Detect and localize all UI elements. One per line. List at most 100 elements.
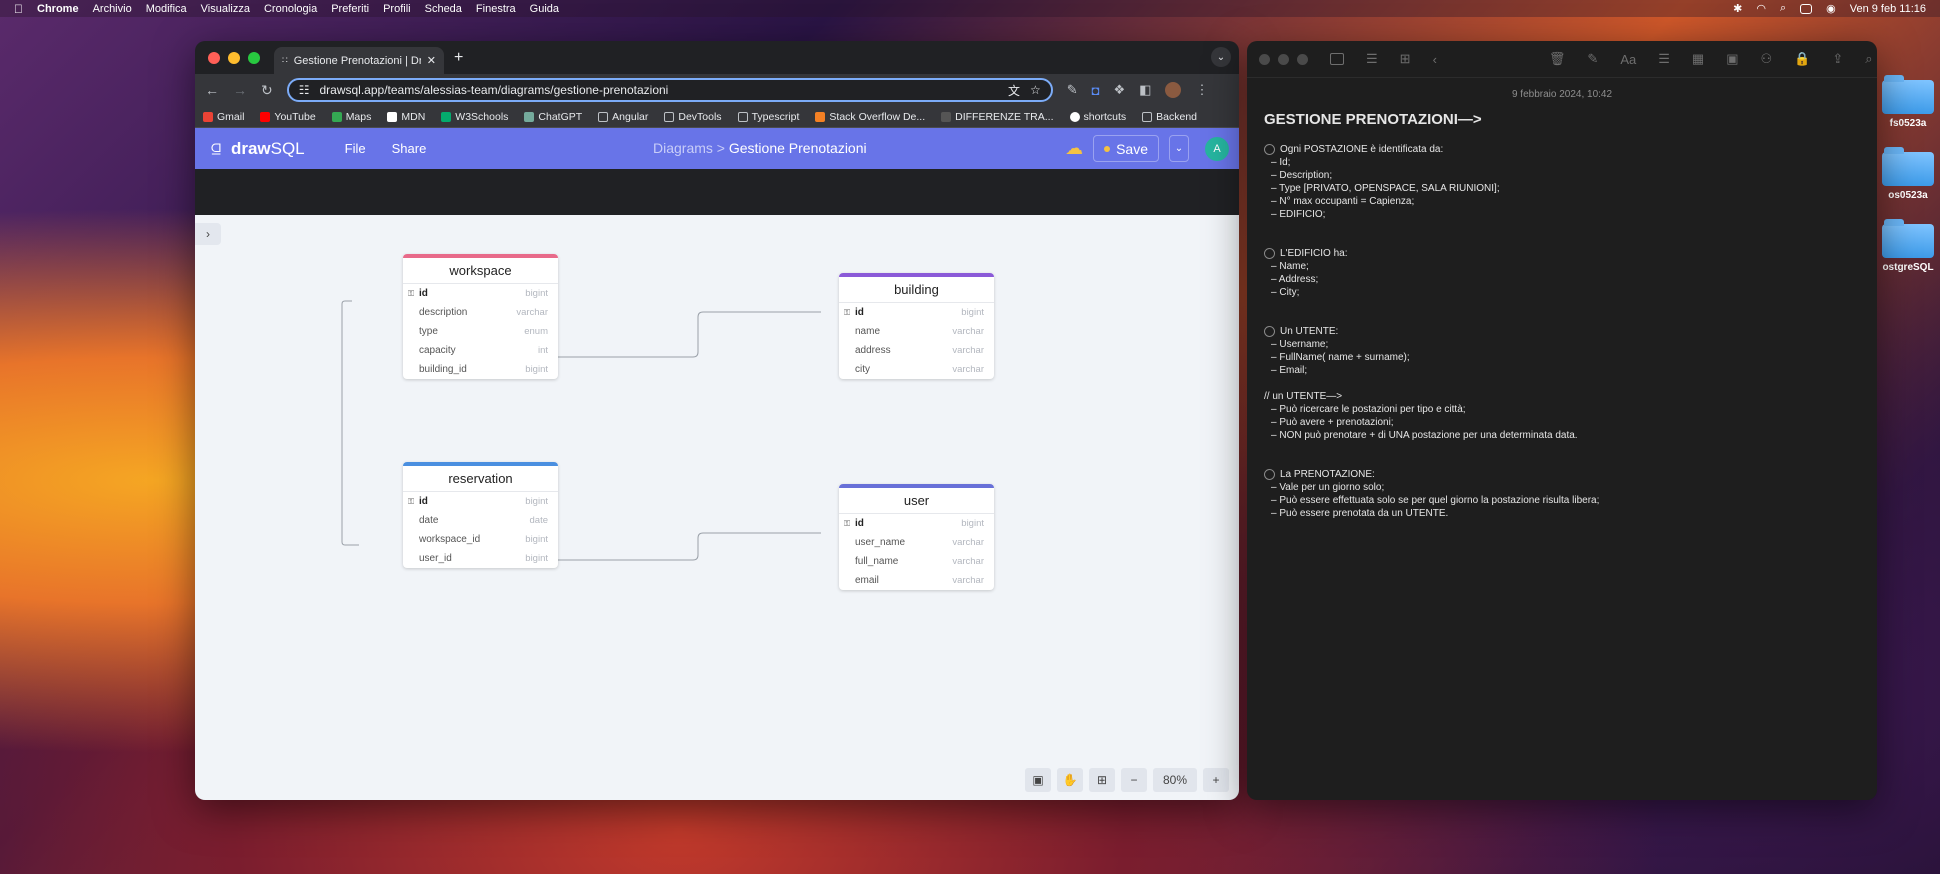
bookmark-shortcuts[interactable]: shortcuts [1069, 111, 1126, 123]
close-window-button[interactable] [208, 51, 220, 64]
user-avatar[interactable]: A [1205, 136, 1229, 161]
menu-app[interactable]: Chrome [37, 3, 79, 15]
checkbox[interactable] [1264, 326, 1275, 337]
checkbox[interactable] [1264, 248, 1275, 259]
table-column[interactable]: ⚿ id bigint [839, 303, 994, 322]
table-column[interactable]: city varchar [839, 360, 994, 379]
lock-icon[interactable]: 🔒 [1794, 51, 1810, 67]
search-icon[interactable]: ⌕ [1865, 51, 1872, 67]
menu-visualizza[interactable]: Visualizza [201, 3, 250, 15]
grid-toggle-button[interactable]: ⊞ [1089, 768, 1115, 792]
share-menu[interactable]: Share [392, 141, 427, 156]
new-tab-button[interactable]: + [454, 49, 463, 67]
save-button[interactable]: Save [1093, 135, 1159, 162]
menu-modifica[interactable]: Modifica [146, 3, 187, 15]
menu-finestra[interactable]: Finestra [476, 3, 516, 15]
bookmark-mdn[interactable]: MDN [387, 111, 425, 123]
bookmark-gmail[interactable]: Gmail [203, 111, 244, 123]
checklist-icon[interactable]: ☰ [1658, 51, 1670, 67]
fit-view-button[interactable]: ▣ [1025, 768, 1051, 792]
site-settings-icon[interactable]: ☷ [299, 83, 310, 97]
checkbox[interactable] [1264, 144, 1275, 155]
minimize-window-button[interactable] [1278, 53, 1289, 65]
menu-cronologia[interactable]: Cronologia [264, 3, 317, 15]
control-center-icon[interactable] [1800, 3, 1813, 14]
table-column[interactable]: name varchar [839, 322, 994, 341]
translate-icon[interactable]: 文 [1008, 82, 1020, 99]
table-title[interactable]: user [839, 488, 994, 514]
table-column[interactable]: user_id bigint [403, 549, 558, 568]
bookmark-devtools[interactable]: DevTools [664, 111, 722, 123]
shield-extension-icon[interactable]: ◘ [1092, 83, 1100, 98]
table-icon[interactable]: ▦ [1692, 51, 1704, 67]
table-column[interactable]: date date [403, 511, 558, 530]
table-column[interactable]: ⚿ id bigint [839, 514, 994, 533]
zoom-window-button[interactable] [1297, 53, 1308, 65]
siri-icon[interactable]: ◉ [1826, 2, 1836, 15]
pan-tool-button[interactable]: ✋ [1057, 768, 1083, 792]
table-building[interactable]: building ⚿ id bigint name varchar address va… [839, 273, 994, 379]
gallery-view-icon[interactable]: ⊞ [1400, 51, 1411, 67]
table-column[interactable]: address varchar [839, 341, 994, 360]
table-column[interactable]: type enum [403, 322, 558, 341]
zoom-out-button[interactable]: − [1121, 768, 1147, 792]
sidebar-toggle-icon[interactable] [1330, 53, 1344, 65]
save-dropdown-button[interactable]: ⌄ [1169, 135, 1189, 162]
table-title[interactable]: building [839, 277, 994, 303]
reload-icon[interactable]: ↻ [261, 82, 273, 99]
browser-tab[interactable]: ∷ Gestione Prenotazioni | Drav ✕ [274, 47, 444, 74]
extensions-icon[interactable]: ❖ [1114, 82, 1126, 98]
bookmark-youtube[interactable]: YouTube [260, 111, 316, 123]
table-workspace[interactable]: workspace ⚿ id bigint description varchar t… [403, 254, 558, 379]
table-user[interactable]: user ⚿ id bigint user_name varchar full_nam… [839, 484, 994, 590]
chrome-menu-icon[interactable]: ⋮ [1195, 82, 1208, 98]
collaborate-icon[interactable]: ⚇ [1760, 51, 1772, 67]
profile-avatar[interactable] [1165, 82, 1182, 98]
desktop-folder[interactable]: ostgreSQL [1880, 219, 1936, 273]
sidebar-expand-button[interactable]: › [195, 223, 221, 245]
bluetooth-icon[interactable]: ✱ [1733, 2, 1742, 15]
side-panel-icon[interactable]: ◧ [1139, 82, 1151, 98]
table-column[interactable]: ⚿ id bigint [403, 284, 558, 303]
table-column[interactable]: description varchar [403, 303, 558, 322]
bookmark-stackoverflow[interactable]: Stack Overflow De... [815, 111, 925, 123]
desktop-folder[interactable]: fs0523a [1880, 75, 1936, 129]
breadcrumb-diagrams[interactable]: Diagrams > [653, 140, 725, 156]
menu-archivio[interactable]: Archivio [93, 3, 132, 15]
zoom-level[interactable]: 80% [1153, 768, 1197, 792]
apple-icon[interactable]:  [14, 2, 23, 16]
table-title[interactable]: reservation [403, 466, 558, 492]
table-column[interactable]: ⚿ id bigint [403, 492, 558, 511]
table-column[interactable]: email varchar [839, 571, 994, 590]
cloud-sync-icon[interactable]: ☁ [1065, 138, 1083, 159]
bookmark-star-icon[interactable]: ☆ [1030, 83, 1041, 97]
table-column[interactable]: full_name varchar [839, 552, 994, 571]
bookmark-angular[interactable]: Angular [598, 111, 648, 123]
forward-icon[interactable]: → [233, 82, 247, 98]
table-column[interactable]: building_id bigint [403, 360, 558, 379]
menu-profili[interactable]: Profili [383, 3, 411, 15]
share-icon[interactable]: ⇪ [1832, 51, 1843, 67]
table-title[interactable]: workspace [403, 258, 558, 284]
desktop-folder[interactable]: os0523a [1880, 147, 1936, 201]
close-tab-icon[interactable]: ✕ [427, 54, 436, 67]
table-reservation[interactable]: reservation ⚿ id bigint date date workspace… [403, 462, 558, 568]
bookmark-w3schools[interactable]: W3Schools [441, 111, 508, 123]
zoom-in-button[interactable]: + [1203, 768, 1229, 792]
tab-search-button[interactable]: ⌄ [1211, 47, 1231, 67]
eyedropper-extension-icon[interactable]: ✎ [1067, 82, 1078, 98]
format-text-icon[interactable]: Aa [1620, 52, 1636, 67]
note-body[interactable]: Ogni POSTAZIONE è identificata da: Id; D… [1264, 143, 1877, 520]
menu-preferiti[interactable]: Preferiti [331, 3, 369, 15]
note-title[interactable]: GESTIONE PRENOTAZIONI—> [1264, 111, 1877, 128]
diagram-title[interactable]: Gestione Prenotazioni [729, 140, 867, 156]
bookmark-differenze[interactable]: DIFFERENZE TRA... [941, 111, 1054, 123]
address-bar[interactable]: ☷ drawsql.app/teams/alessias-team/diagra… [286, 78, 1053, 102]
table-column[interactable]: user_name varchar [839, 533, 994, 552]
checkbox[interactable] [1264, 469, 1275, 480]
table-column[interactable]: capacity int [403, 341, 558, 360]
wifi-icon[interactable]: ◠ [1756, 2, 1766, 15]
bookmark-typescript[interactable]: Typescript [737, 111, 799, 123]
bookmark-chatgpt[interactable]: ChatGPT [524, 111, 582, 123]
close-window-button[interactable] [1259, 53, 1270, 65]
